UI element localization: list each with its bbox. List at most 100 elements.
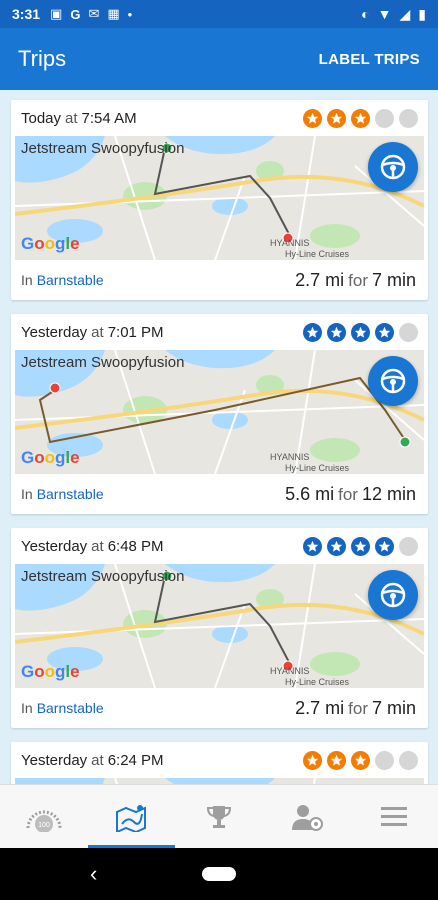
driver-profile-icon (291, 804, 323, 831)
bottom-navigation: 100 (0, 784, 438, 848)
trip-map[interactable]: HYANNIS Hy-Line Cruises Jetstream Swoopyf… (15, 564, 424, 688)
trip-rating (303, 750, 418, 770)
trip-list[interactable]: Today at 7:54 AM HYANNIS Hy-Line Cruises … (0, 90, 438, 784)
trophy-icon (206, 805, 231, 828)
google-logo: Google (21, 234, 80, 253)
trip-duration: 12 min (361, 483, 416, 504)
trip-duration: 7 min (371, 697, 416, 718)
location-prefix: In (21, 700, 33, 716)
trip-for: for (348, 698, 368, 718)
steering-wheel-button[interactable] (368, 356, 418, 406)
star-filled-icon (351, 322, 370, 342)
trip-distance: 5.6 mi (285, 483, 335, 504)
trip-card[interactable]: Yesterday at 6:24 PM HYANNISHy-Line Crui… (11, 742, 428, 784)
star-filled-icon (327, 108, 346, 128)
trip-distance: 2.7 mi (295, 269, 345, 290)
vehicle-name: Jetstream Swoopyfusion (21, 140, 185, 157)
trip-day: Yesterday (21, 751, 88, 769)
wifi-icon: ▼ (377, 6, 392, 22)
location-prefix: In (21, 272, 33, 288)
star-filled-icon (375, 322, 394, 342)
star-empty-icon (375, 108, 394, 128)
trip-day: Yesterday (21, 537, 88, 555)
star-empty-icon (399, 322, 418, 342)
location-link[interactable]: Barnstable (37, 486, 104, 502)
star-filled-icon (327, 750, 346, 770)
map-place-label: HYANNIS (270, 238, 309, 248)
trip-at: at (91, 751, 104, 769)
trip-rating (303, 322, 418, 342)
more-notifications-dot-icon: • (127, 6, 133, 22)
location-link[interactable]: Barnstable (37, 272, 104, 288)
trip-at: at (91, 537, 104, 555)
map-place-label: HYANNIS (270, 452, 309, 462)
star-empty-icon (399, 108, 418, 128)
star-filled-icon (303, 322, 322, 342)
trips-tab[interactable] (87, 785, 176, 848)
gauge-icon: 100 (26, 810, 62, 832)
trip-summary: 5.6 mi for 12 min (285, 484, 416, 505)
google-notification-icon: G (70, 6, 81, 22)
gmail-notification-icon: ✉ (88, 6, 100, 21)
star-filled-icon (351, 536, 370, 556)
trip-time: 6:48 PM (107, 537, 164, 555)
trip-at: at (91, 323, 104, 341)
star-empty-icon (375, 750, 394, 770)
trip-map[interactable]: HYANNIS Hy-Line Cruises Jetstream Swoopyf… (15, 350, 424, 474)
status-time: 3:31 (12, 6, 41, 22)
map-place-label: Hy-Line Cruises (285, 463, 350, 473)
location-link[interactable]: Barnstable (37, 700, 104, 716)
google-logo: Google (21, 448, 80, 467)
app-bar: Trips LABEL TRIPS (0, 28, 438, 90)
calendar-notification-icon: ▦ (107, 6, 120, 21)
location-prefix: In (21, 486, 33, 502)
star-filled-icon (375, 536, 394, 556)
label-trips-button[interactable]: LABEL TRIPS (319, 51, 420, 68)
trip-day: Yesterday (21, 323, 88, 341)
profile-tab[interactable] (263, 785, 351, 848)
trip-rating (303, 536, 418, 556)
system-navigation-bar: ‹ (0, 848, 438, 900)
trip-map[interactable]: HYANNIS Hy-Line Cruises Jetstream Swoopyf… (15, 136, 424, 260)
score-tab[interactable]: 100 (0, 785, 88, 848)
image-notification-icon: ▣ (50, 6, 63, 21)
map-place-label: Hy-Line Cruises (285, 249, 350, 259)
star-empty-icon (399, 750, 418, 770)
trip-distance: 2.7 mi (295, 697, 345, 718)
star-empty-icon (399, 536, 418, 556)
status-bar: 3:31 ▣ G ✉ ▦ • ◐ ▼ ◢ ▮ (0, 0, 438, 28)
steering-wheel-icon (380, 154, 406, 180)
hamburger-menu-icon (381, 806, 408, 826)
home-pill-icon[interactable] (202, 867, 236, 881)
star-filled-icon (303, 750, 322, 770)
star-filled-icon (351, 750, 370, 770)
google-logo: Google (21, 662, 80, 681)
menu-tab[interactable] (350, 785, 438, 848)
vehicle-name: Jetstream Swoopyfusion (21, 354, 185, 371)
trip-card[interactable]: Yesterday at 6:48 PM HYANNIS Hy-Line Crui… (11, 528, 428, 728)
back-icon[interactable]: ‹ (90, 861, 97, 887)
steering-wheel-icon (380, 368, 406, 394)
trip-summary: 2.7 mi for 7 min (295, 270, 416, 291)
trip-card[interactable]: Today at 7:54 AM HYANNIS Hy-Line Cruises … (11, 100, 428, 300)
trip-duration: 7 min (371, 269, 416, 290)
steering-wheel-button[interactable] (368, 570, 418, 620)
map-route-icon (116, 804, 147, 832)
signal-icon: ◢ (399, 5, 411, 22)
star-filled-icon (327, 536, 346, 556)
trip-at: at (65, 109, 78, 127)
page-title: Trips (18, 46, 67, 71)
trip-for: for (338, 484, 358, 504)
star-filled-icon (303, 536, 322, 556)
star-filled-icon (327, 322, 346, 342)
trip-card[interactable]: Yesterday at 7:01 PM HYANNIS Hy-Line Crui… (11, 314, 428, 514)
star-filled-icon (303, 108, 322, 128)
steering-wheel-button[interactable] (368, 142, 418, 192)
score-value: 100 (38, 822, 50, 829)
star-filled-icon (351, 108, 370, 128)
rewards-tab[interactable] (175, 785, 263, 848)
trip-rating (303, 108, 418, 128)
battery-icon: ▮ (418, 5, 426, 22)
vehicle-name: Jetstream Swoopyfusion (21, 568, 185, 585)
trip-time: 7:54 AM (81, 109, 137, 127)
